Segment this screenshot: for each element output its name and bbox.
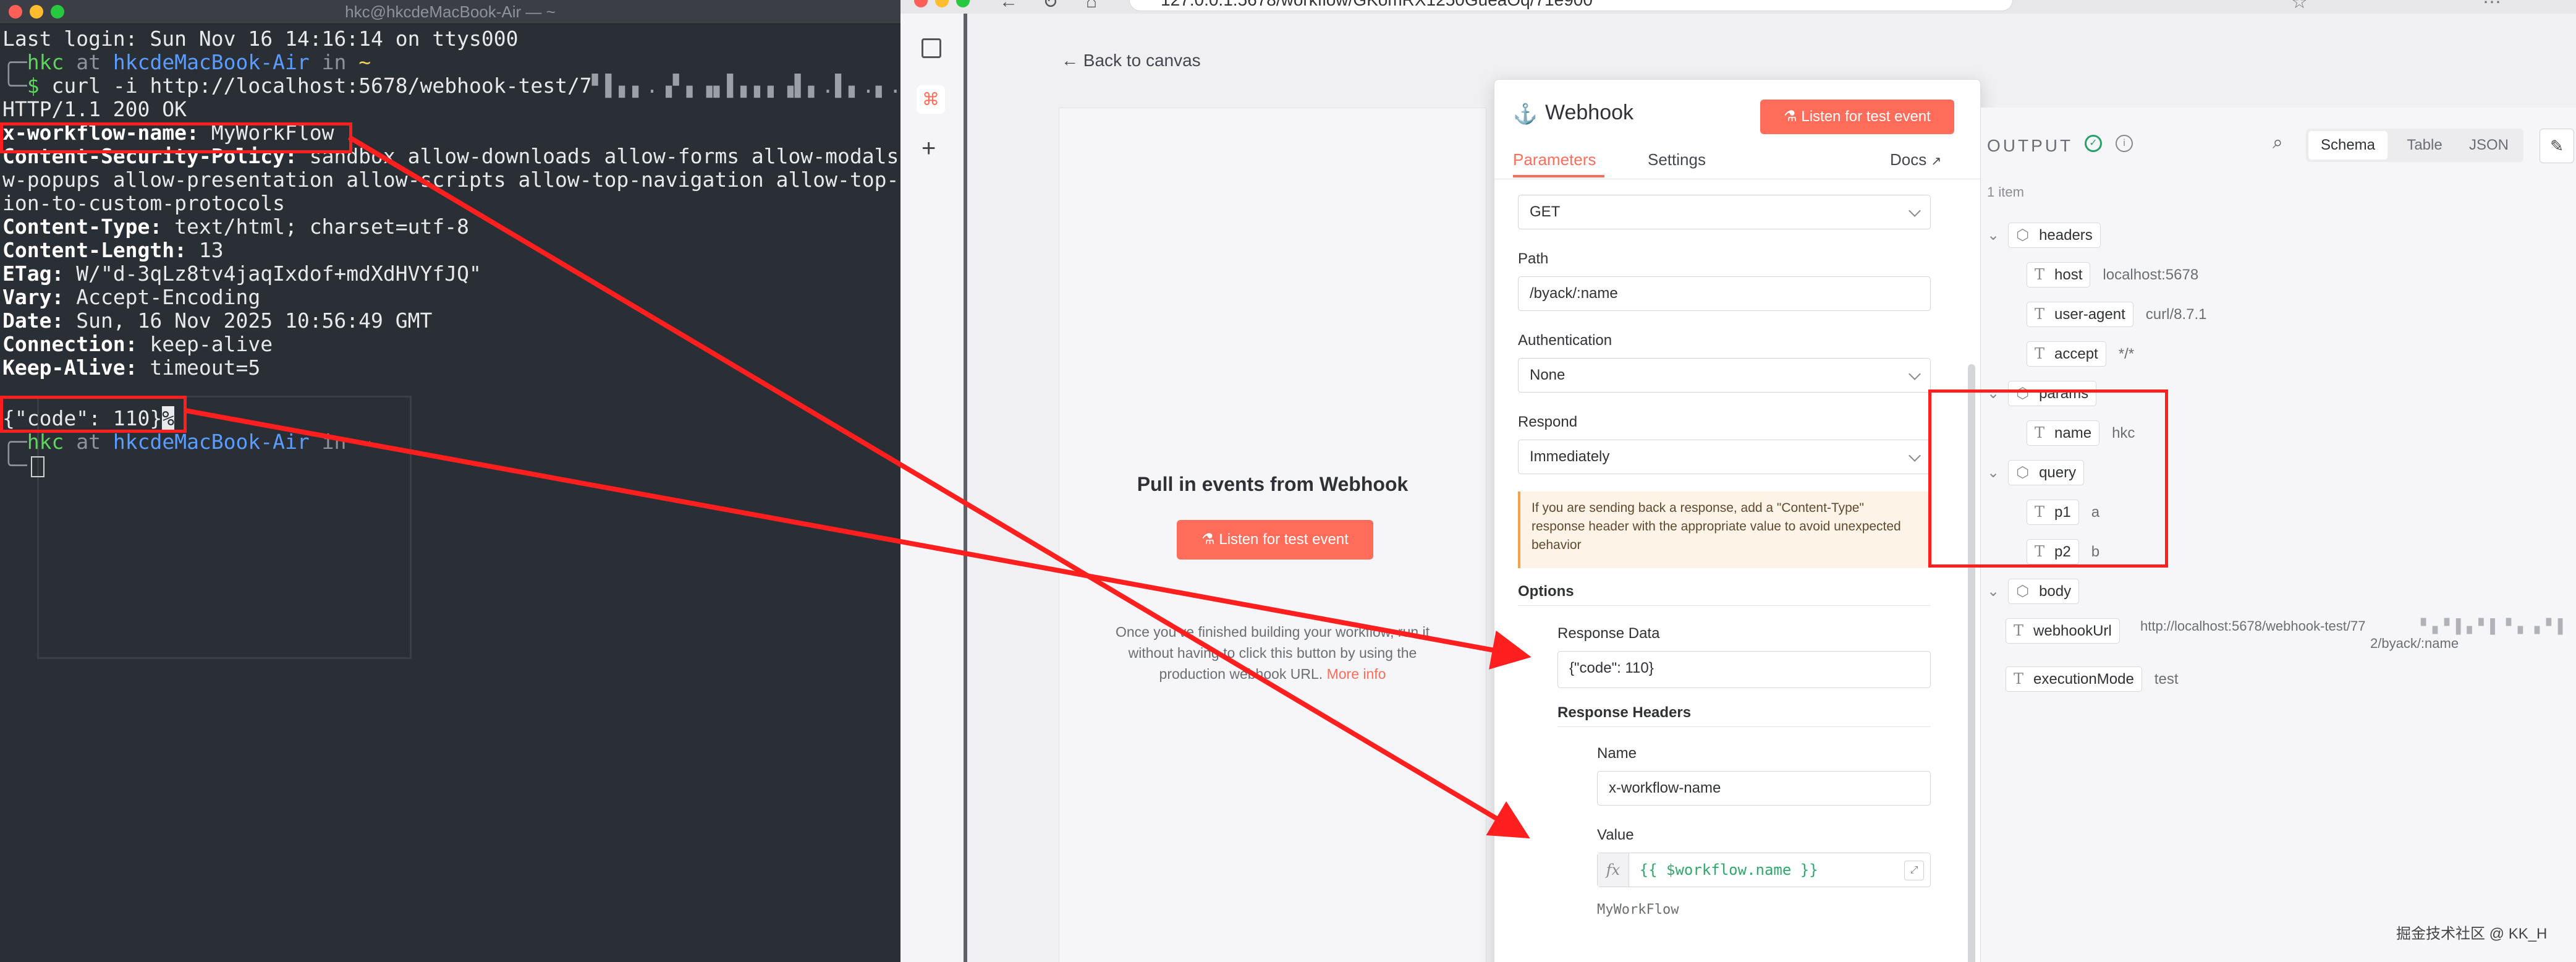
arrow-header-to-value (347, 135, 1530, 839)
annotation-arrows (185, 135, 1532, 839)
arrow-body-to-response-data (185, 408, 1532, 670)
